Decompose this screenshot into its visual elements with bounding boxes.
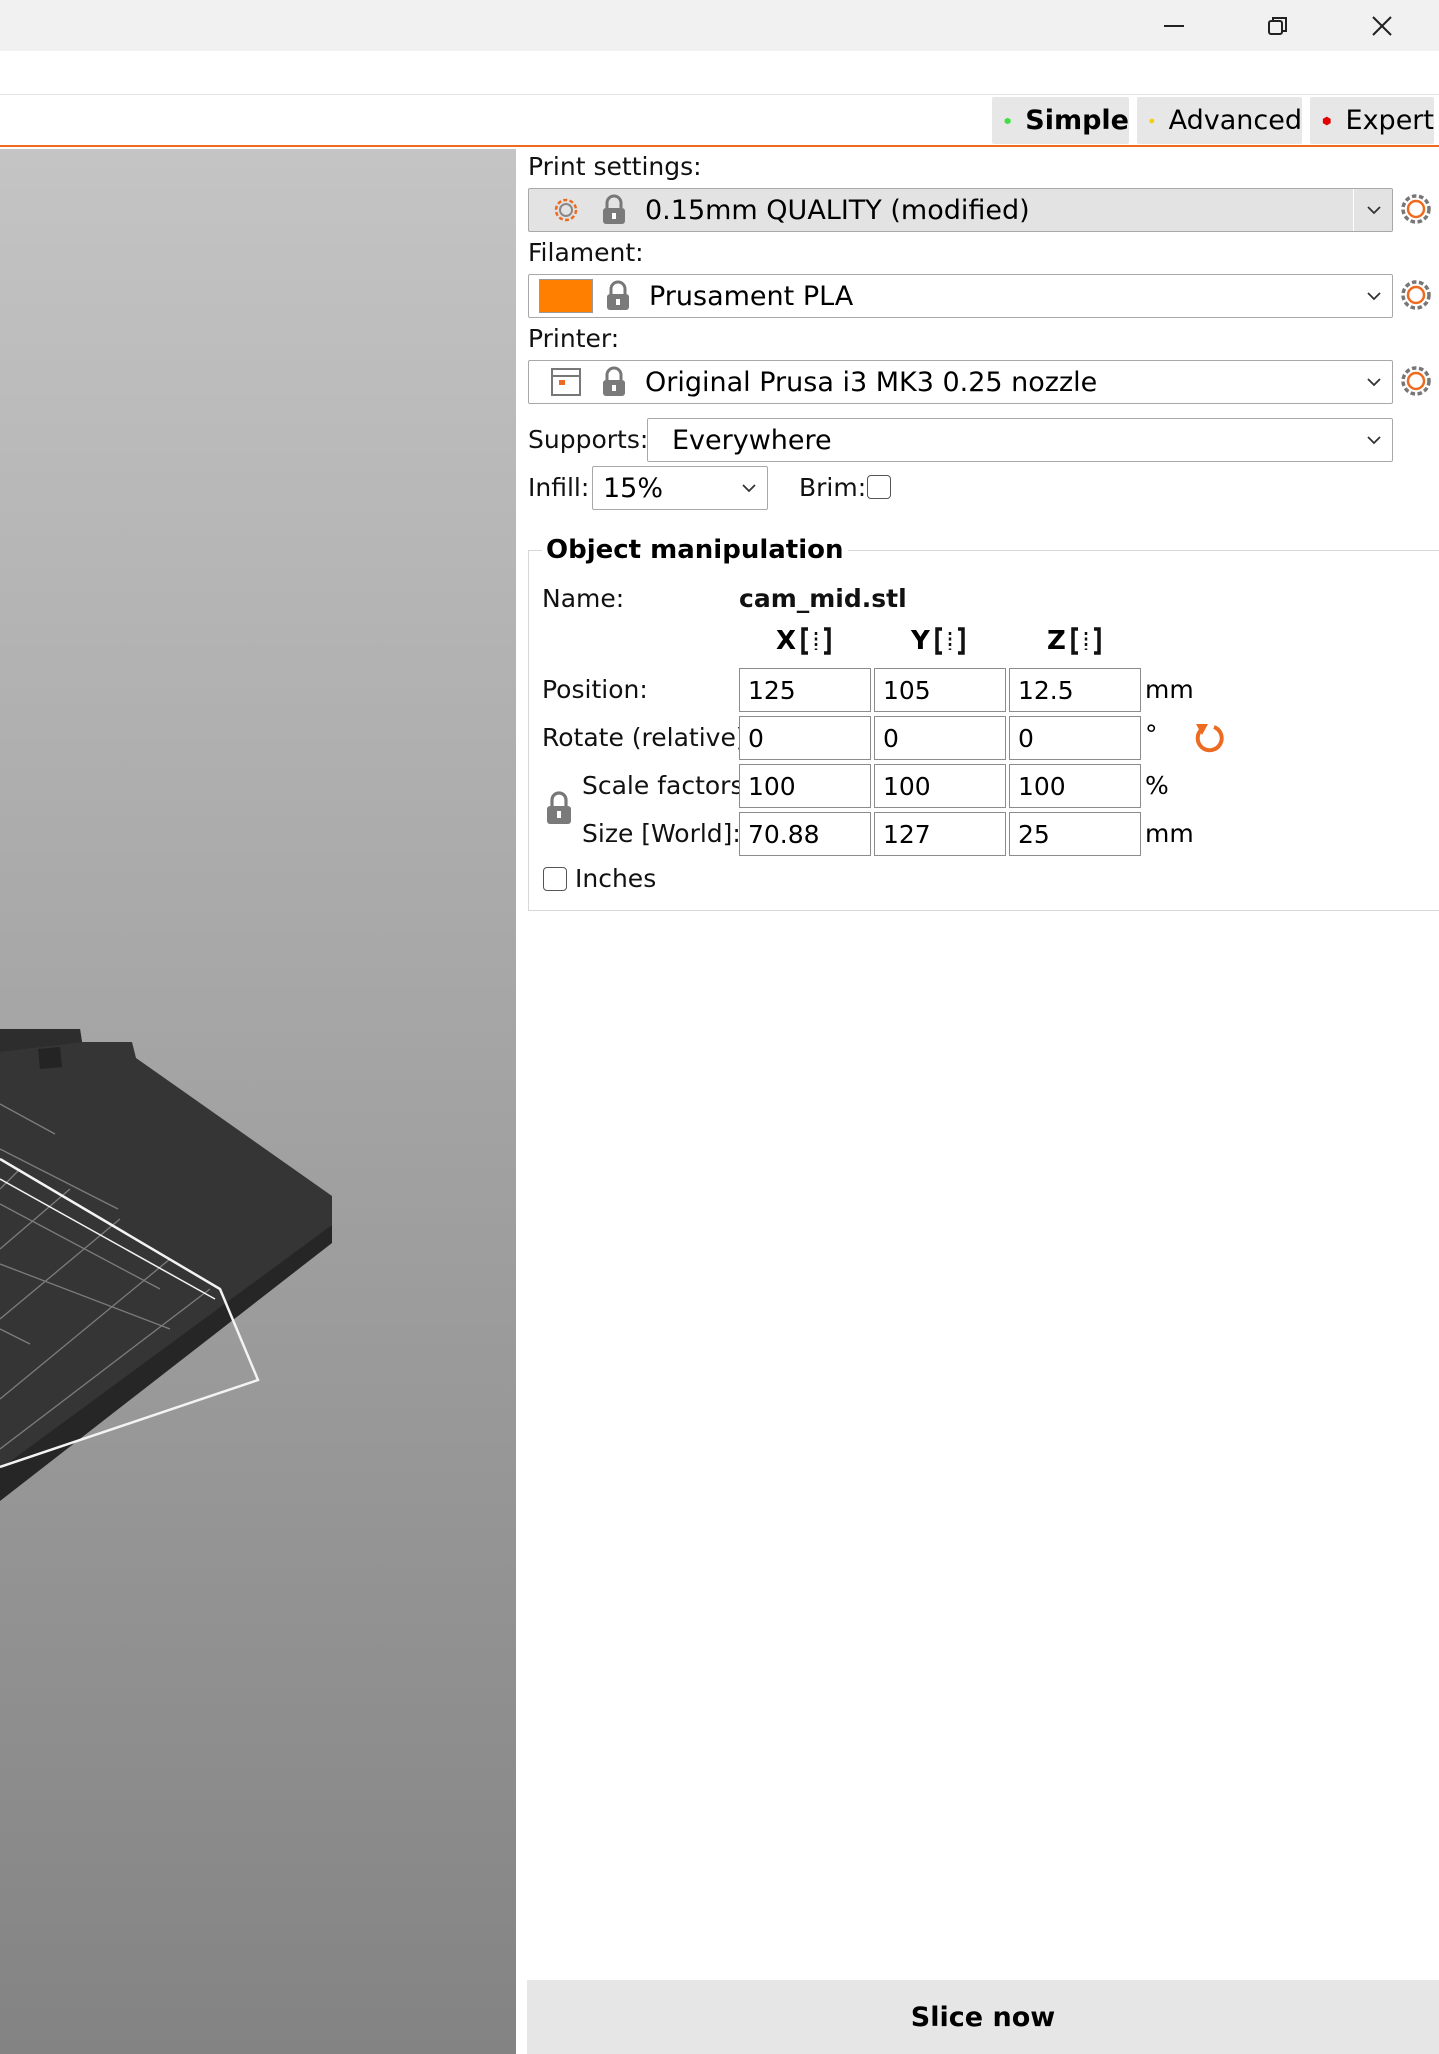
printer-value: Original Prusa i3 MK3 0.25 nozzle <box>645 366 1098 398</box>
size-label: Size [World]: <box>582 819 741 848</box>
scale-y-input[interactable]: 100 <box>874 764 1006 808</box>
slice-now-button[interactable]: Slice now <box>527 1980 1439 2054</box>
name-label: Name: <box>542 584 625 613</box>
axis-z-label: Z <box>1047 626 1066 656</box>
chevron-down-icon <box>1367 206 1381 215</box>
close-button[interactable] <box>1330 0 1434 51</box>
lock-icon <box>597 194 631 226</box>
infill-label: Infill: <box>528 473 590 502</box>
filament-color-swatch <box>539 279 593 313</box>
axis-drag-icon[interactable] <box>1069 626 1103 656</box>
object-name-value: cam_mid.stl <box>739 584 907 613</box>
minimize-icon <box>1164 24 1184 27</box>
position-z-input[interactable]: 12.5 <box>1009 668 1141 712</box>
axis-y-label: Y <box>911 626 930 656</box>
hexagon-dot-icon <box>1322 116 1331 125</box>
printer-label: Printer: <box>528 324 620 353</box>
filament-label: Filament: <box>528 238 644 267</box>
size-unit: mm <box>1145 819 1194 848</box>
position-y-input[interactable]: 105 <box>874 668 1006 712</box>
size-x-input[interactable]: 70.88 <box>739 812 871 856</box>
filament-combo[interactable]: Prusament PLA <box>528 274 1393 318</box>
print-settings-combo[interactable]: 0.15mm QUALITY (modified) <box>528 188 1393 232</box>
slice-now-label: Slice now <box>910 2001 1056 2033</box>
supports-combo[interactable]: Everywhere <box>647 418 1393 462</box>
scale-z-input[interactable]: 100 <box>1009 764 1141 808</box>
inches-label: Inches <box>575 864 657 893</box>
mode-advanced-label: Advanced <box>1168 105 1302 136</box>
object-manipulation-title: Object manipulation <box>542 535 848 565</box>
print-settings-label: Print settings: <box>528 152 702 181</box>
restore-icon <box>1268 16 1287 35</box>
axis-x-header: X <box>776 626 833 656</box>
scale-x-input[interactable]: 100 <box>739 764 871 808</box>
hexagon-dot-icon <box>1004 117 1011 124</box>
mode-advanced-button[interactable]: Advanced <box>1137 97 1302 144</box>
printer-icon <box>549 367 583 397</box>
chevron-down-icon <box>742 484 756 493</box>
scale-label: Scale factors: <box>582 771 752 800</box>
print-settings-gear-icon[interactable] <box>1398 191 1434 227</box>
supports-label: Supports: <box>528 425 649 454</box>
printer-gear-icon[interactable] <box>1398 363 1434 399</box>
size-y-input[interactable]: 127 <box>874 812 1006 856</box>
infill-combo[interactable]: 15% <box>592 466 768 510</box>
brim-label: Brim: <box>799 473 867 502</box>
rotate-y-input[interactable]: 0 <box>874 716 1006 760</box>
chevron-down-icon <box>1367 436 1381 445</box>
scale-lock-icon[interactable] <box>544 790 574 826</box>
axis-drag-icon[interactable] <box>799 626 833 656</box>
hexagon-dot-icon <box>1149 117 1155 124</box>
brim-checkbox[interactable] <box>867 475 891 499</box>
scale-unit: % <box>1145 771 1169 800</box>
lock-icon <box>601 280 635 312</box>
minimize-button[interactable] <box>1122 0 1226 51</box>
mode-expert-label: Expert <box>1345 105 1434 136</box>
printer-combo[interactable]: Original Prusa i3 MK3 0.25 nozzle <box>528 360 1393 404</box>
infill-value: 15% <box>603 472 664 504</box>
axis-drag-icon[interactable] <box>933 626 967 656</box>
chevron-down-icon <box>1367 378 1381 387</box>
inches-checkbox[interactable] <box>543 867 567 891</box>
axis-z-header: Z <box>1047 626 1103 656</box>
title-bar <box>0 0 1439 51</box>
filament-value: Prusament PLA <box>649 280 854 312</box>
lock-icon <box>597 366 631 398</box>
chevron-down-icon <box>1367 292 1381 301</box>
supports-value: Everywhere <box>672 424 832 456</box>
size-z-input[interactable]: 25 <box>1009 812 1141 856</box>
axis-x-label: X <box>776 626 797 656</box>
rotate-unit: ° <box>1145 720 1158 749</box>
menu-strip <box>0 51 1439 95</box>
3d-viewport[interactable] <box>0 149 516 2054</box>
rotate-z-input[interactable]: 0 <box>1009 716 1141 760</box>
mode-expert-button[interactable]: Expert <box>1310 97 1434 144</box>
position-unit: mm <box>1145 675 1194 704</box>
close-icon <box>1372 15 1392 36</box>
mode-simple-label: Simple <box>1025 105 1129 136</box>
print-bed-render <box>0 1029 332 1501</box>
position-label: Position: <box>542 675 648 704</box>
reset-rotation-icon[interactable] <box>1192 720 1228 756</box>
print-settings-value: 0.15mm QUALITY (modified) <box>645 194 1030 226</box>
filament-gear-icon[interactable] <box>1398 277 1434 313</box>
mode-simple-button[interactable]: Simple <box>992 97 1129 144</box>
restore-button[interactable] <box>1226 0 1330 51</box>
axis-y-header: Y <box>911 626 967 656</box>
rotate-x-input[interactable]: 0 <box>739 716 871 760</box>
mode-bar: Simple Advanced Expert <box>0 95 1439 147</box>
gear-icon <box>549 195 583 225</box>
position-x-input[interactable]: 125 <box>739 668 871 712</box>
rotate-label: Rotate (relative): <box>542 723 755 752</box>
